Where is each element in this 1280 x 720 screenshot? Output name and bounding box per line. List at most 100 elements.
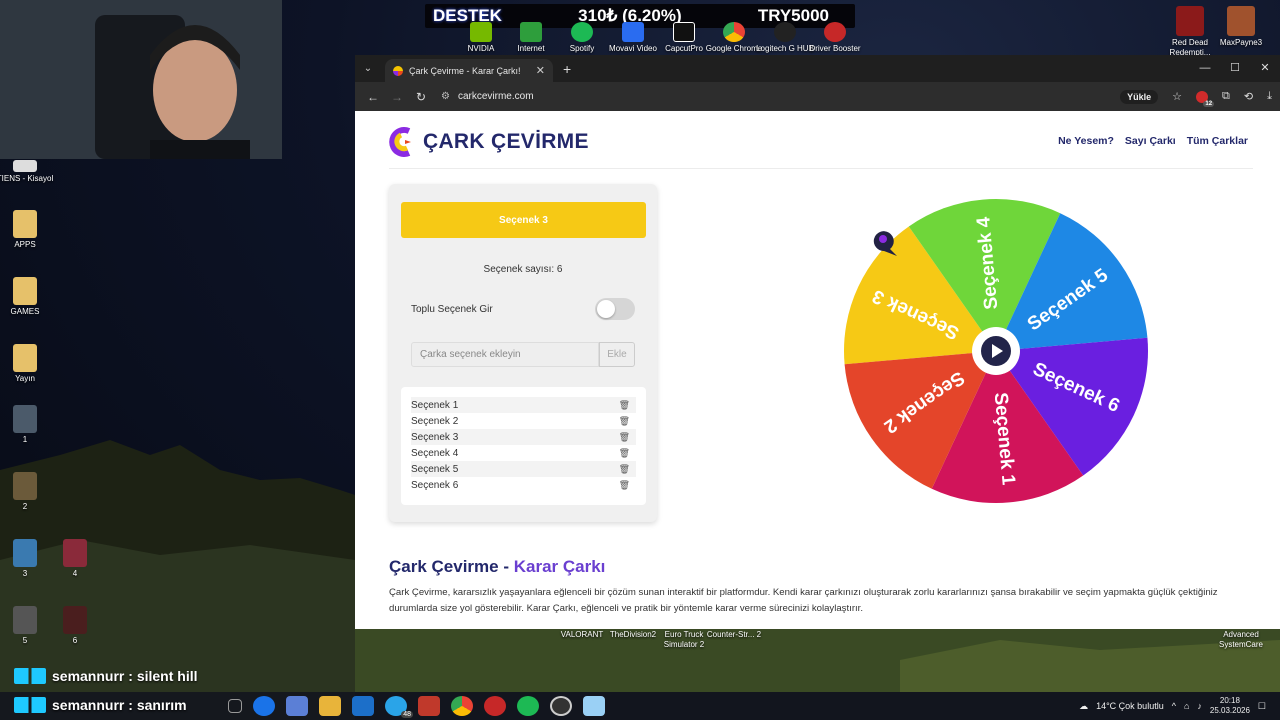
option-input[interactable] bbox=[411, 342, 599, 367]
close-window-icon[interactable]: ✕ bbox=[1250, 55, 1280, 82]
extension-badge: 12 bbox=[1203, 100, 1215, 107]
copilot-icon[interactable] bbox=[286, 696, 308, 716]
list-item: Seçenek 5 🗑 bbox=[411, 461, 636, 477]
desktop-icon-4[interactable]: 4 bbox=[45, 539, 105, 579]
clock[interactable]: 20:18 25.03.2026 bbox=[1210, 696, 1250, 716]
toggle-knob bbox=[597, 300, 615, 318]
image-file-icon bbox=[13, 606, 37, 634]
file-explorer-icon[interactable] bbox=[319, 696, 341, 716]
address-bar[interactable]: ⚙ carkcevirme.com bbox=[441, 91, 534, 102]
option-label: Seçenek 2 bbox=[411, 415, 459, 427]
section-title: Çark Çevirme - Karar Çarkı bbox=[389, 557, 606, 576]
bulk-entry-toggle[interactable] bbox=[595, 298, 635, 320]
bookmark-star-icon[interactable]: ☆ bbox=[1172, 90, 1182, 103]
option-label: Seçenek 1 bbox=[411, 399, 459, 411]
image-file-icon bbox=[13, 405, 37, 433]
desktop-icon-tiens[interactable]: TIENS - Kisayol bbox=[0, 160, 55, 184]
image-file-icon bbox=[13, 539, 37, 567]
driver-booster-icon bbox=[824, 22, 846, 42]
list-item: Seçenek 3 🗑 bbox=[411, 429, 636, 445]
tab-active[interactable]: Çark Çevirme - Karar Çarkı! ✕ bbox=[385, 59, 553, 82]
chat-badge-icon bbox=[14, 668, 46, 684]
new-tab-button[interactable]: + bbox=[563, 61, 571, 77]
download-icon[interactable]: ⤓ bbox=[1267, 90, 1272, 103]
tab-search-button[interactable]: ⌄ bbox=[355, 55, 381, 82]
window-controls: — ☐ ✕ bbox=[1190, 55, 1280, 82]
maximize-icon[interactable]: ☐ bbox=[1220, 55, 1250, 82]
system-tray: ☁ 14°C Çok bulutlu ^ ⌂ ♪ 20:18 25.03.202… bbox=[1079, 692, 1266, 720]
list-item: Seçenek 1 🗑 bbox=[411, 397, 636, 413]
weather-icon[interactable]: ☁ bbox=[1079, 701, 1088, 712]
chrome-icon[interactable] bbox=[451, 696, 473, 716]
trash-icon[interactable]: 🗑 bbox=[619, 448, 630, 459]
desktop-icon-1[interactable]: 1 bbox=[0, 405, 55, 445]
option-label: Seçenek 4 bbox=[411, 447, 459, 459]
web-page: ÇARK ÇEVİRME Ne Yesem? Sayı Çarkı Tüm Ça… bbox=[355, 111, 1280, 629]
record-icon[interactable] bbox=[484, 696, 506, 716]
trash-icon[interactable]: 🗑 bbox=[619, 432, 630, 443]
desktop-icon-6[interactable]: 6 bbox=[45, 606, 105, 646]
chat-message: semannurr : sanırım bbox=[14, 697, 187, 713]
browser-toolbar: ← → ↻ ⚙ carkcevirme.com Yükle ☆ 12 ⧉ ⟲ ⤓ bbox=[355, 82, 1280, 111]
extension-icon[interactable]: 12 bbox=[1196, 90, 1215, 107]
clock-date: 25.03.2026 bbox=[1209, 706, 1250, 715]
telegram-icon[interactable]: 48 bbox=[385, 696, 413, 718]
nav-sayi-carki[interactable]: Sayı Çarkı bbox=[1125, 135, 1176, 147]
site-logo[interactable]: ÇARK ÇEVİRME bbox=[389, 127, 589, 157]
option-count: Seçenek sayısı: 6 bbox=[483, 264, 563, 275]
history-icon[interactable]: ⟲ bbox=[1244, 90, 1253, 103]
forward-icon[interactable]: → bbox=[385, 90, 409, 104]
result-banner: Seçenek 3 bbox=[401, 202, 646, 238]
movavi-icon bbox=[622, 22, 644, 42]
desktop-icon-yayin[interactable]: Yayın bbox=[0, 344, 55, 384]
trash-icon[interactable]: 🗑 bbox=[619, 464, 630, 475]
add-option-button[interactable]: Ekle bbox=[599, 342, 635, 367]
shortcut-icon bbox=[13, 160, 37, 172]
nav-tum-carklar[interactable]: Tüm Çarklar bbox=[1187, 135, 1248, 147]
outlook-icon[interactable] bbox=[352, 696, 374, 716]
wheel-logo-icon bbox=[389, 127, 411, 157]
install-app-button[interactable]: Yükle bbox=[1120, 89, 1159, 104]
edge-icon[interactable] bbox=[253, 696, 275, 716]
volume-icon[interactable]: ♪ bbox=[1197, 701, 1202, 711]
reload-icon[interactable]: ↻ bbox=[409, 90, 433, 104]
close-tab-icon[interactable]: ✕ bbox=[536, 64, 545, 77]
weather-text[interactable]: 14°C Çok bulutlu bbox=[1096, 701, 1164, 711]
chrome-icon bbox=[723, 22, 745, 42]
site-info-icon[interactable]: ⚙ bbox=[441, 91, 450, 102]
folder-icon bbox=[13, 344, 37, 372]
desktop-icon-cs2[interactable]: Counter-Str... 2 bbox=[704, 630, 764, 640]
back-icon[interactable]: ← bbox=[361, 90, 385, 104]
minimize-icon[interactable]: — bbox=[1190, 55, 1220, 82]
option-label: Seçenek 6 bbox=[411, 479, 459, 491]
desktop-icon-2[interactable]: 2 bbox=[0, 472, 55, 512]
capcut-icon bbox=[673, 22, 695, 42]
notepad-icon[interactable] bbox=[583, 696, 605, 716]
trash-icon[interactable]: 🗑 bbox=[619, 400, 630, 411]
trash-icon[interactable]: 🗑 bbox=[619, 416, 630, 427]
trash-icon[interactable]: 🗑 bbox=[619, 480, 630, 491]
task-view-icon[interactable] bbox=[228, 699, 242, 713]
desktop-icon-games[interactable]: GAMES bbox=[0, 277, 55, 317]
tab-title: Çark Çevirme - Karar Çarkı! bbox=[409, 65, 521, 76]
option-label: Seçenek 5 bbox=[411, 463, 459, 475]
extensions-puzzle-icon[interactable]: ⧉ bbox=[1222, 90, 1230, 103]
network-icon[interactable]: ⌂ bbox=[1184, 701, 1189, 711]
notifications-icon[interactable]: ☐ bbox=[1258, 701, 1266, 712]
folder-icon bbox=[13, 277, 37, 305]
nav-ne-yesem[interactable]: Ne Yesem? bbox=[1058, 135, 1114, 147]
tab-bar: ⌄ Çark Çevirme - Karar Çarkı! ✕ + — ☐ ✕ bbox=[355, 55, 1280, 82]
list-item: Seçenek 4 🗑 bbox=[411, 445, 636, 461]
site-favicon-icon bbox=[393, 65, 403, 76]
windows-taskbar: 48 ☁ 14°C Çok bulutlu ^ ⌂ ♪ 20:18 25.03.… bbox=[0, 692, 1280, 720]
desktop-icon-advanced-systemcare[interactable]: Advanced SystemCare bbox=[1211, 630, 1271, 650]
obs-icon[interactable] bbox=[550, 696, 572, 716]
bulk-entry-label: Toplu Seçenek Gir bbox=[411, 304, 493, 315]
chevron-up-icon[interactable]: ^ bbox=[1172, 701, 1176, 711]
wheel-pointer-icon bbox=[873, 231, 897, 256]
desktop-icon-maxpayne[interactable]: MaxPayne3 bbox=[1211, 6, 1271, 48]
red-dead-icon bbox=[1176, 6, 1204, 36]
desktop-icon-apps[interactable]: APPS bbox=[0, 210, 55, 250]
stream-app-icon[interactable] bbox=[418, 696, 440, 716]
spotify-icon[interactable] bbox=[517, 696, 539, 716]
